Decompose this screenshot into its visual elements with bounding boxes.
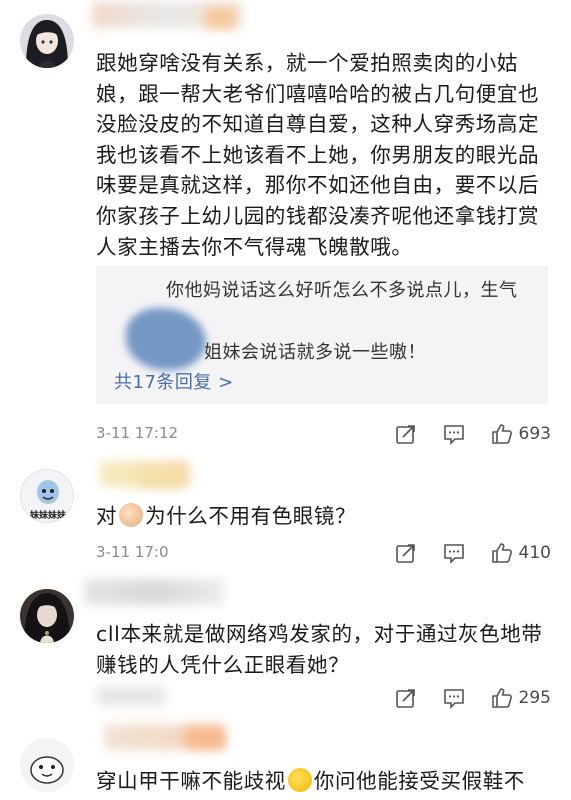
comment-meta: 3-11 17:12 693 (96, 420, 551, 448)
avatar[interactable] (20, 14, 74, 68)
avatar-label: 妹妹妹妹 (29, 511, 66, 521)
grin-emoji-icon (287, 768, 312, 792)
comment-text: 跟她穿啥没有关系，就一个爱拍照卖肉的小姑娘，跟一帮大老爷们嘻嘻哈哈的被占几句便宜… (96, 51, 540, 259)
like-count: 410 (518, 543, 551, 563)
timestamp-blurred (96, 687, 166, 705)
like-icon[interactable] (491, 542, 513, 564)
share-icon[interactable] (395, 542, 417, 564)
reply-avatar-blurred (126, 308, 206, 370)
comment-icon[interactable] (443, 687, 465, 709)
view-all-replies-link[interactable]: 共17条回复 > (114, 368, 234, 394)
username-blurred[interactable] (84, 579, 224, 605)
anime-girl-avatar-icon (20, 14, 74, 68)
comment-item: 妹妹妹妹 对为什么不用有色眼镜？ 3-11 17:0 410 (0, 455, 571, 575)
comment-text: 对为什么不用有色眼镜？ (96, 503, 357, 528)
timestamp: 3-11 17:12 (96, 424, 179, 442)
comment-item: 穿山甲干嘛不能歧视 你问他能接受买假鞋不 (0, 720, 571, 800)
share-icon[interactable] (395, 687, 417, 709)
comment-text: 穿山甲干嘛不能歧视 你问他能接受买假鞋不 (96, 768, 525, 793)
avatar[interactable] (20, 738, 74, 792)
like-icon[interactable] (491, 423, 513, 445)
reply-text: 你他妈说话这么好听怎么不多说点儿，生气 (166, 280, 518, 301)
like-count: 295 (518, 688, 551, 708)
action-bar: 410 (395, 539, 551, 567)
action-bar: 693 (395, 420, 551, 448)
badge-blurred (140, 471, 180, 487)
comment-text: cll本来就是做网络鸡发家的，对于通过灰色地带赚钱的人凭什么正眼看她？ (96, 622, 543, 677)
like-icon[interactable] (491, 687, 513, 709)
comment-item: cll本来就是做网络鸡发家的，对于通过灰色地带赚钱的人凭什么正眼看她？ 295 (0, 575, 571, 725)
comment-item: 跟她穿啥没有关系，就一个爱拍照卖肉的小姑娘，跟一帮大老爷们嘻嘻哈哈的被占几句便宜… (0, 0, 571, 460)
timestamp: 3-11 17:0 (96, 543, 169, 561)
hand-emoji-icon (119, 503, 144, 527)
reply-preview[interactable]: 你他妈说话这么好听怎么不多说点儿，生气 姐妹会说话就多说一些嗷！ 共17条回复 … (96, 266, 548, 404)
like-count: 693 (518, 424, 551, 444)
comment-meta: 3-11 17:0 410 (96, 539, 551, 567)
badge-blurred (185, 728, 225, 748)
cartoon-avatar-icon (20, 738, 74, 792)
avatar[interactable]: 妹妹妹妹 (20, 469, 74, 523)
action-bar: 295 (395, 684, 551, 712)
avatar[interactable] (20, 589, 74, 643)
reply-text: 姐妹会说话就多说一些嗷！ (204, 342, 426, 363)
badge-blurred (205, 8, 235, 28)
comment-icon[interactable] (443, 542, 465, 564)
comment-icon[interactable] (443, 423, 465, 445)
dark-hair-avatar-icon (20, 589, 74, 643)
share-icon[interactable] (395, 423, 417, 445)
